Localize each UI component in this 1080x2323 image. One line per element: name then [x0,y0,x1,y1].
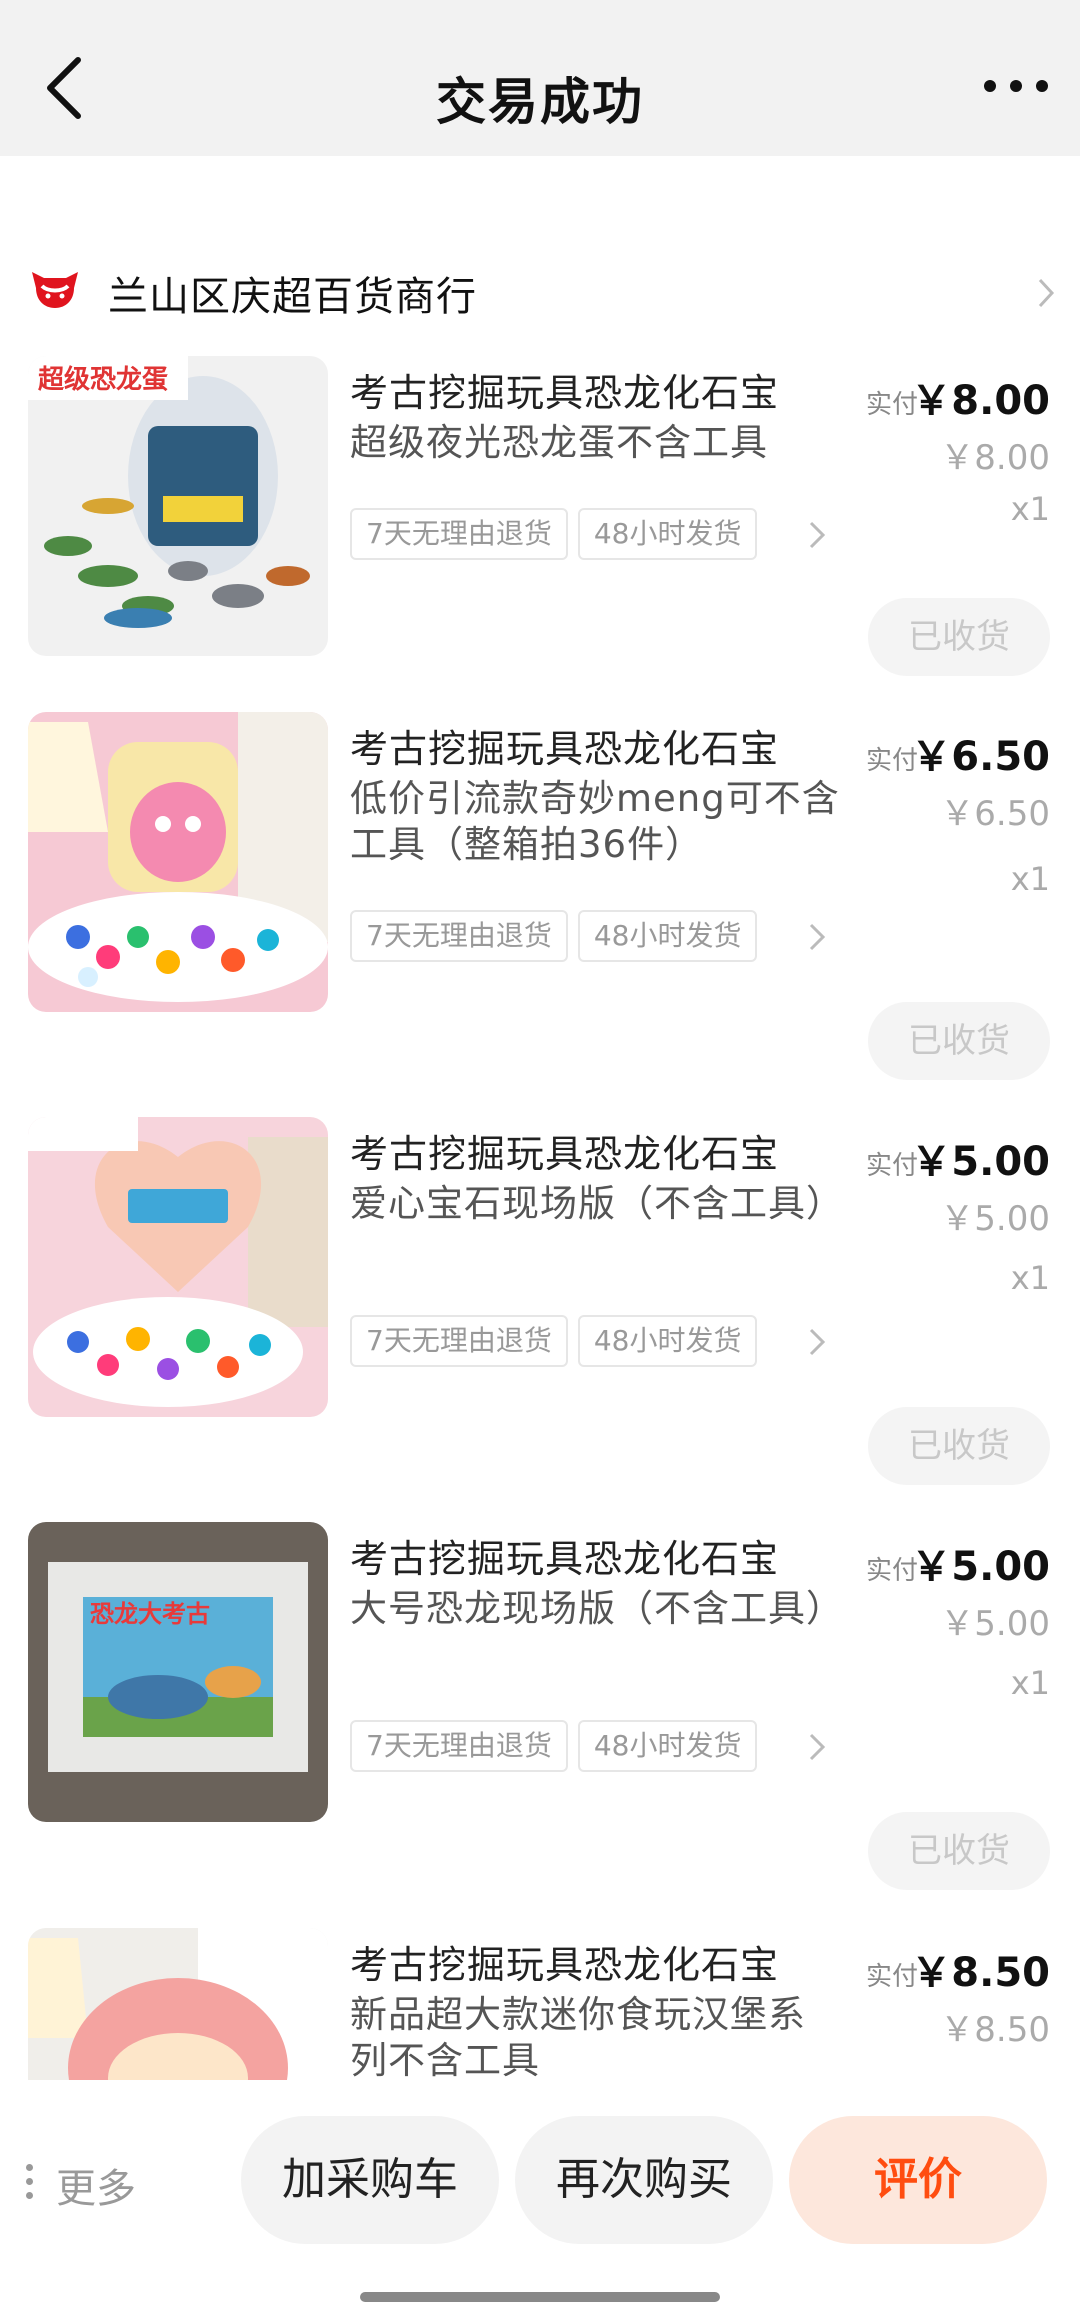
tag-return: 7天无理由退货 [350,1315,568,1367]
product-name: 考古挖掘玩具恐龙化石宝 [350,727,780,771]
service-tags: 7天无理由退货 48小时发货 [350,910,830,962]
thumb-caption: 超级恐龙蛋 [38,364,168,395]
chevron-right-icon[interactable] [1036,276,1056,310]
product-name: 考古挖掘玩具恐龙化石宝 [350,1132,780,1176]
tag-return: 7天无理由退货 [350,1720,568,1772]
product-image[interactable] [28,1928,328,2080]
chevron-right-icon[interactable] [808,1327,826,1357]
more-button[interactable]: 更多 [56,2156,136,2214]
paid-amount: ￥8.50 [911,1950,1050,1996]
tag-shipping: 48小时发货 [577,910,758,962]
quantity: x1 [1010,1664,1050,1702]
shop-name[interactable]: 兰山区庆超百货商行 [108,264,477,322]
chevron-right-icon[interactable] [808,520,826,550]
paid-label: 实付 [866,1556,919,1586]
received-button[interactable]: 已收货 [868,1812,1050,1890]
product-image[interactable]: 超级恐龙蛋 [28,356,328,656]
tag-shipping: 48小时发货 [577,508,758,560]
product-spec: 超级夜光恐龙蛋不含工具 [350,421,768,464]
original-price: ￥8.00 [940,438,1050,478]
more-vertical-icon[interactable] [26,2162,34,2202]
paid-amount: ￥5.00 [911,1544,1050,1590]
original-price: ￥8.50 [940,2010,1050,2050]
product-image[interactable] [28,1117,328,1417]
original-price: ￥6.50 [940,794,1050,834]
product-name: 考古挖掘玩具恐龙化石宝 [350,1537,780,1581]
received-button[interactable]: 已收货 [868,1002,1050,1080]
paid-label: 实付 [866,390,919,420]
paid-label: 实付 [866,1151,919,1181]
product-spec: 大号恐龙现场版（不含工具） [350,1587,840,1630]
add-to-purchase-cart-button[interactable]: 加采购车 [241,2116,499,2244]
order-item[interactable]: 恐龙大考古 考古挖掘玩具恐龙化石宝 大号恐龙现场版（不含工具） 7天无理由退货 4… [0,1522,1080,1902]
tag-return: 7天无理由退货 [350,910,568,962]
product-image[interactable]: 恐龙大考古 [28,1522,328,1822]
tag-return: 7天无理由退货 [350,508,568,560]
original-price: ￥5.00 [940,1604,1050,1644]
bottom-action-bar: 更多 加采购车 再次购买 评价 [0,2080,1080,2323]
nav-bar: 交易成功 [0,0,1080,156]
quantity: x1 [1010,1259,1050,1297]
order-item[interactable]: 考古挖掘玩具恐龙化石宝 低价引流款奇妙meng可不含工具（整箱拍36件） 7天无… [0,712,1080,1092]
chevron-right-icon[interactable] [808,922,826,952]
more-horizontal-icon[interactable] [980,78,1052,96]
paid-amount: ￥5.00 [911,1139,1050,1185]
shop-header[interactable]: 兰山区庆超百货商行 [0,258,1080,334]
received-button[interactable]: 已收货 [868,1407,1050,1485]
service-tags: 7天无理由退货 48小时发货 [350,1315,830,1367]
chevron-right-icon[interactable] [808,1732,826,1762]
tag-shipping: 48小时发货 [577,1720,758,1772]
home-indicator [360,2292,720,2302]
tag-shipping: 48小时发货 [577,1315,758,1367]
service-tags: 7天无理由退货 48小时发货 [350,1720,830,1772]
paid-label: 实付 [866,746,919,776]
received-button[interactable]: 已收货 [868,598,1050,676]
product-spec: 爱心宝石现场版（不含工具） [350,1182,840,1225]
product-spec: 低价引流款奇妙meng可不含工具（整箱拍36件） [350,777,840,866]
quantity: x1 [1010,490,1050,528]
review-button[interactable]: 评价 [789,2116,1047,2244]
product-spec: 新品超大款迷你食玩汉堡系列不含工具 [350,1993,806,2080]
product-name: 考古挖掘玩具恐龙化石宝 [350,1943,780,1987]
paid-label: 实付 [866,1962,919,1992]
product-name: 考古挖掘玩具恐龙化石宝 [350,371,780,415]
order-item[interactable]: 考古挖掘玩具恐龙化石宝 爱心宝石现场版（不含工具） 7天无理由退货 48小时发货 … [0,1117,1080,1497]
order-item[interactable]: 超级恐龙蛋 考古挖掘玩具恐龙化石宝 超级夜光恐龙蛋不含工具 7天无理由退货 48小… [0,356,1080,686]
order-item[interactable]: 考古挖掘玩具恐龙化石宝 新品超大款迷你食玩汉堡系列不含工具 实付 ￥8.50 ￥… [0,1928,1080,2080]
tmall-cat-logo [32,272,78,308]
paid-amount: ￥6.50 [911,734,1050,780]
service-tags: 7天无理由退货 48小时发货 [350,508,830,560]
product-image[interactable] [28,712,328,1012]
paid-amount: ￥8.00 [911,378,1050,424]
quantity: x1 [1010,860,1050,898]
original-price: ￥5.00 [940,1199,1050,1239]
thumb-caption: 恐龙大考古 [90,1600,210,1628]
page-title: 交易成功 [436,73,644,131]
buy-again-button[interactable]: 再次购买 [515,2116,773,2244]
